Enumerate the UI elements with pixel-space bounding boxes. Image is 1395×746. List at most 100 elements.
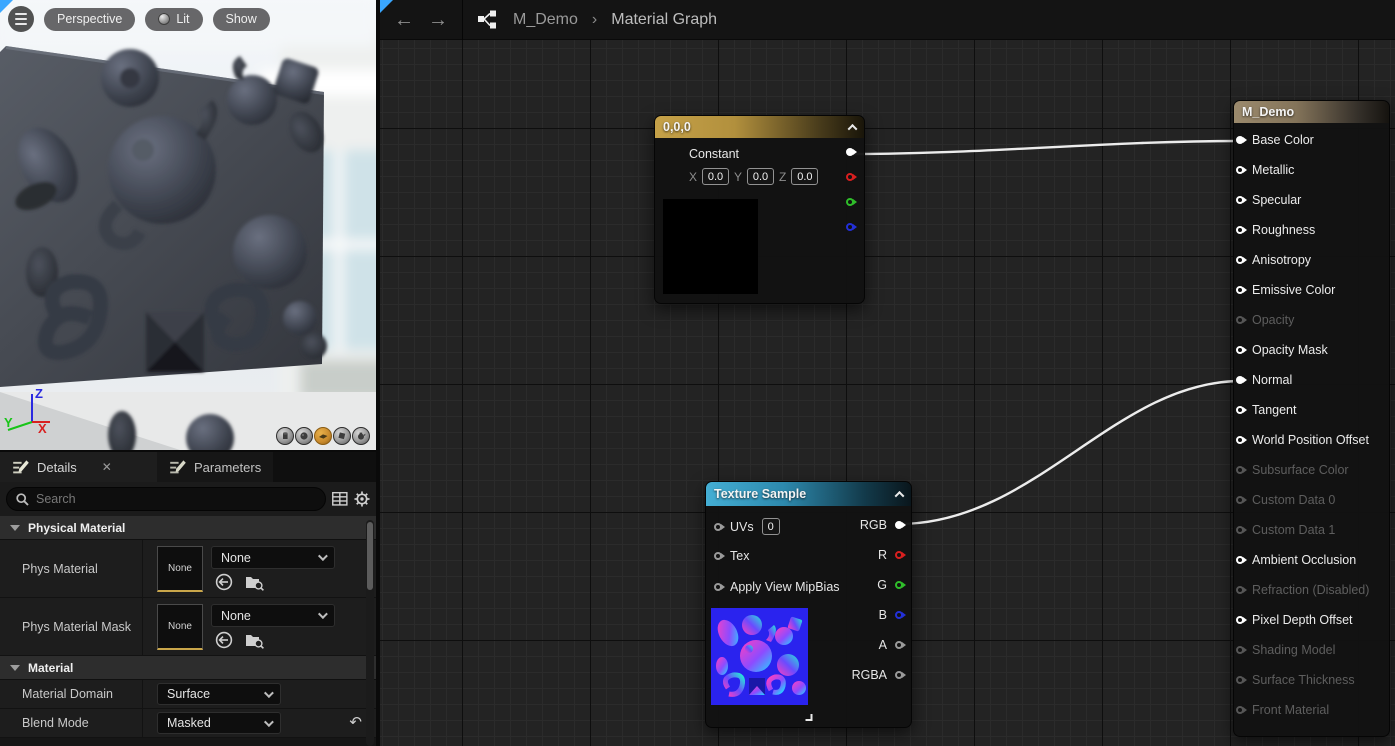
output-pin-icon[interactable] [895, 581, 903, 589]
material-pin-shading-model[interactable]: Shading Model [1234, 635, 1389, 665]
tab-details[interactable]: Details ✕ [0, 452, 157, 482]
ts-input-uvs[interactable]: UVs0 [714, 518, 780, 535]
pin-icon[interactable] [1236, 706, 1244, 714]
material-pin-ambient-occlusion[interactable]: Ambient Occlusion [1234, 545, 1389, 575]
pin-icon[interactable] [1236, 556, 1244, 564]
preview-shape-sphere-button[interactable] [295, 427, 313, 445]
pin-icon[interactable] [1236, 226, 1244, 234]
preview-viewport[interactable]: Perspective Lit Show Z Y X [0, 0, 376, 450]
material-pin-refraction-disabled[interactable]: Refraction (Disabled) [1234, 575, 1389, 605]
constant-field-input-z[interactable]: 0.0 [791, 168, 818, 185]
graph-canvas[interactable]: 0,0,0 Constant X0.0Y0.0Z0.0 Texture Samp… [380, 40, 1395, 746]
settings-gear-icon[interactable] [354, 490, 370, 508]
pin-icon[interactable] [1236, 196, 1244, 204]
ts-output-a[interactable]: A [879, 638, 903, 652]
lit-mode-button[interactable]: Lit [145, 8, 202, 31]
collapse-chevron-icon[interactable] [895, 490, 905, 500]
dropdown-material-domain[interactable]: Surface [157, 683, 281, 705]
material-pin-base-color[interactable]: Base Color [1234, 125, 1389, 155]
output-pin-icon[interactable] [895, 641, 903, 649]
preview-shape-cube-button[interactable] [333, 427, 351, 445]
material-pin-opacity-mask[interactable]: Opacity Mask [1234, 335, 1389, 365]
section-header-physical-material[interactable]: Physical Material [0, 516, 376, 540]
input-pin-icon[interactable] [714, 583, 722, 591]
pin-icon[interactable] [1236, 166, 1244, 174]
perspective-button[interactable]: Perspective [44, 8, 135, 31]
search-box[interactable] [6, 487, 326, 511]
pin-icon[interactable] [1236, 676, 1244, 684]
ts-output-rgba[interactable]: RGBA [852, 668, 903, 682]
pin-icon[interactable] [1236, 646, 1244, 654]
ts-input-tex[interactable]: Tex [714, 549, 749, 563]
preview-shape-cylinder-button[interactable] [276, 427, 294, 445]
section-expand-triangle-icon[interactable] [10, 665, 20, 671]
constant-node-header[interactable]: 0,0,0 [655, 116, 864, 138]
collapse-chevron-icon[interactable] [848, 123, 858, 133]
use-selected-asset-icon[interactable] [215, 573, 233, 591]
show-button[interactable]: Show [213, 8, 270, 31]
input-pin-icon[interactable] [714, 523, 722, 531]
pin-icon[interactable] [1236, 286, 1244, 294]
ts-output-r[interactable]: R [878, 548, 903, 562]
output-pin-icon[interactable] [895, 551, 903, 559]
constant-output-pin-g[interactable] [846, 198, 854, 206]
texture-sample-header[interactable]: Texture Sample [706, 482, 911, 506]
section-header-material[interactable]: Material [0, 656, 376, 680]
constant-output-pin-value[interactable] [846, 148, 854, 156]
asset-thumbnail[interactable]: None [157, 604, 203, 650]
material-pin-custom-data-0[interactable]: Custom Data 0 [1234, 485, 1389, 515]
pin-icon[interactable] [1236, 406, 1244, 414]
constant-output-pin-b[interactable] [846, 223, 854, 231]
ts-input-apply-view-mipbias[interactable]: Apply View MipBias [714, 580, 840, 594]
breadcrumb-root[interactable]: M_Demo [513, 11, 578, 29]
pin-icon[interactable] [1236, 496, 1244, 504]
output-pin-icon[interactable] [895, 671, 903, 679]
input-pin-icon[interactable] [714, 552, 722, 560]
details-scrollbar[interactable] [366, 520, 374, 746]
pin-icon[interactable] [1236, 256, 1244, 264]
output-pin-icon[interactable] [895, 611, 903, 619]
pin-icon[interactable] [1236, 526, 1244, 534]
tab-parameters[interactable]: Parameters [157, 452, 273, 482]
scrollbar-thumb[interactable] [367, 522, 373, 590]
ts-output-g[interactable]: G [877, 578, 903, 592]
preview-shape-teapot-button[interactable] [352, 427, 370, 445]
browse-asset-icon[interactable] [245, 573, 264, 591]
pin-icon[interactable] [1236, 136, 1244, 144]
material-pin-normal[interactable]: Normal [1234, 365, 1389, 395]
use-selected-asset-icon[interactable] [215, 631, 233, 649]
ts-output-b[interactable]: B [879, 608, 903, 622]
dropdown-phys-material-mask[interactable]: None [211, 604, 335, 627]
constant-node[interactable]: 0,0,0 Constant X0.0Y0.0Z0.0 [654, 115, 865, 304]
search-input[interactable] [36, 492, 276, 506]
pin-icon[interactable] [1236, 436, 1244, 444]
forward-arrow-icon[interactable]: → [428, 10, 448, 30]
material-pin-front-material[interactable]: Front Material [1234, 695, 1389, 725]
display-filter-icon[interactable] [332, 490, 348, 508]
pin-icon[interactable] [1236, 466, 1244, 474]
material-pin-world-position-offset[interactable]: World Position Offset [1234, 425, 1389, 455]
ts-output-rgb[interactable]: RGB [860, 518, 903, 532]
browse-asset-icon[interactable] [245, 631, 264, 649]
ts-input-value[interactable]: 0 [762, 518, 780, 535]
material-pin-metallic[interactable]: Metallic [1234, 155, 1389, 185]
wire-constant-to-basecolor[interactable] [850, 141, 1241, 154]
output-pin-icon[interactable] [895, 521, 903, 529]
dropdown-phys-material[interactable]: None [211, 546, 335, 569]
tab-close-icon[interactable]: ✕ [102, 460, 112, 474]
pin-icon[interactable] [1236, 316, 1244, 324]
constant-field-input-y[interactable]: 0.0 [747, 168, 774, 185]
back-arrow-icon[interactable]: ← [394, 10, 414, 30]
expand-chevron-icon[interactable] [805, 714, 812, 721]
pin-icon[interactable] [1236, 346, 1244, 354]
pin-icon[interactable] [1236, 376, 1244, 384]
material-pin-opacity[interactable]: Opacity [1234, 305, 1389, 335]
pin-icon[interactable] [1236, 616, 1244, 624]
material-pin-surface-thickness[interactable]: Surface Thickness [1234, 665, 1389, 695]
preview-shape-plane-button[interactable] [314, 427, 332, 445]
material-output-node[interactable]: M_Demo Base ColorMetallicSpecularRoughne… [1233, 100, 1390, 737]
constant-field-input-x[interactable]: 0.0 [702, 168, 729, 185]
material-pin-anisotropy[interactable]: Anisotropy [1234, 245, 1389, 275]
dropdown-blend-mode[interactable]: Masked [157, 712, 281, 734]
constant-output-pin-r[interactable] [846, 173, 854, 181]
